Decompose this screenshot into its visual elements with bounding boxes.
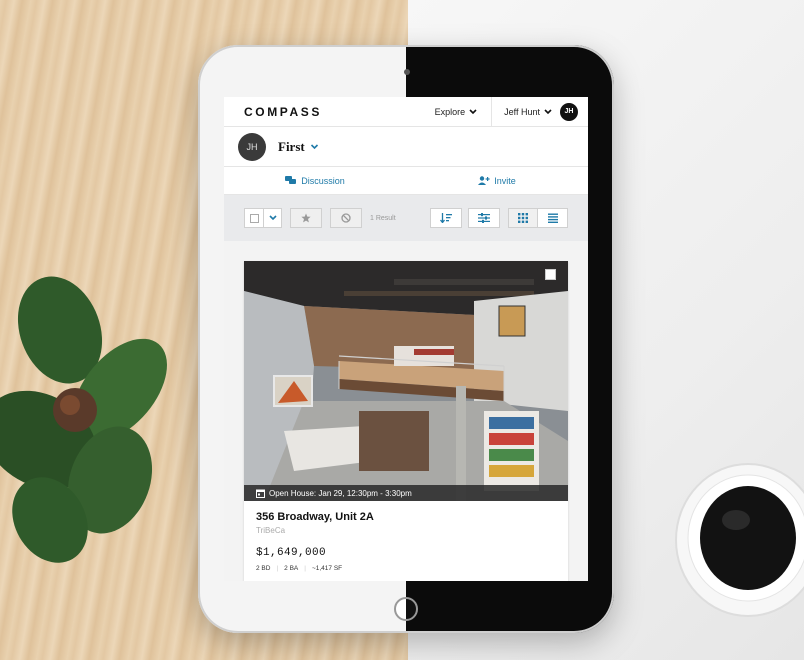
discussion-label: Discussion	[301, 175, 345, 186]
sort-icon	[440, 213, 452, 223]
listing-select-checkbox[interactable]	[545, 269, 556, 280]
listing-baths: 2 BA	[284, 565, 299, 572]
listing-photo[interactable]: Open House: Jan 29, 12:30pm - 3:30pm	[244, 261, 568, 501]
listing-sqft: ~1,417 SF	[311, 565, 343, 572]
owner-avatar: JH	[238, 132, 266, 161]
invite-label: Invite	[494, 175, 516, 186]
user-avatar[interactable]: JH	[560, 102, 578, 121]
sort-button[interactable]	[430, 208, 462, 228]
open-house-banner: Open House: Jan 29, 12:30pm - 3:30pm	[244, 485, 568, 501]
tablet-home-button[interactable]	[394, 597, 418, 621]
list-icon	[547, 213, 558, 223]
grid-view-button[interactable]	[508, 208, 538, 228]
star-icon	[301, 213, 311, 223]
listing-card[interactable]: Open House: Jan 29, 12:30pm - 3:30pm 356…	[244, 261, 568, 581]
loft-interior-image	[244, 261, 568, 501]
chevron-down-icon[interactable]	[310, 143, 319, 150]
discussion-button[interactable]: Discussion	[224, 176, 406, 186]
open-house-text: Open House: Jan 29, 12:30pm - 3:30pm	[269, 488, 412, 498]
spec-divider: |	[304, 565, 306, 572]
listing-address[interactable]: 356 Broadway, Unit 2A	[256, 511, 556, 523]
user-name: Jeff Hunt	[504, 106, 540, 117]
collection-title[interactable]: First	[278, 139, 305, 155]
chevron-down-icon	[544, 108, 552, 114]
chevron-down-icon	[469, 108, 477, 114]
favorite-button[interactable]	[290, 208, 322, 228]
hide-button[interactable]	[330, 208, 362, 228]
top-nav: COMPASS Explore Jeff Hunt JH	[224, 97, 588, 127]
listings-area: Open House: Jan 29, 12:30pm - 3:30pm 356…	[224, 241, 588, 581]
brand-logo[interactable]: COMPASS	[244, 105, 421, 119]
chevron-down-icon	[268, 215, 277, 221]
plant-decoration	[0, 276, 167, 563]
results-count: 1 Result	[370, 214, 396, 222]
collection-header: JH First	[224, 127, 588, 167]
invite-button[interactable]: Invite	[406, 176, 588, 186]
listing-details: 356 Broadway, Unit 2A TriBeCa $1,649,000…	[244, 501, 568, 581]
listing-specs: 2 BD | 2 BA | ~1,417 SF	[256, 565, 556, 572]
grid-icon	[518, 213, 528, 223]
collection-actions: Discussion Invite	[224, 167, 588, 195]
app-screen: COMPASS Explore Jeff Hunt JH JH First Di…	[224, 97, 588, 581]
add-person-icon	[478, 176, 490, 185]
sliders-icon	[478, 213, 490, 223]
user-menu[interactable]: Jeff Hunt JH	[492, 97, 588, 126]
listings-toolbar: 1 Result	[224, 195, 588, 241]
filter-button[interactable]	[468, 208, 500, 228]
list-view-button[interactable]	[538, 208, 568, 228]
calendar-icon	[256, 489, 265, 498]
explore-menu[interactable]: Explore	[421, 97, 493, 126]
spec-divider: |	[276, 565, 279, 572]
tablet-camera	[404, 69, 410, 75]
select-all-checkbox[interactable]	[244, 208, 264, 228]
select-options-dropdown[interactable]	[264, 208, 282, 228]
chat-bubbles-icon	[285, 176, 297, 184]
listing-neighborhood: TriBeCa	[256, 526, 286, 535]
listing-beds: 2 BD	[256, 565, 271, 572]
block-icon	[341, 213, 351, 223]
explore-label: Explore	[434, 106, 466, 117]
coffee-cup-decoration	[675, 463, 804, 617]
listing-price: $1,649,000	[256, 547, 327, 559]
